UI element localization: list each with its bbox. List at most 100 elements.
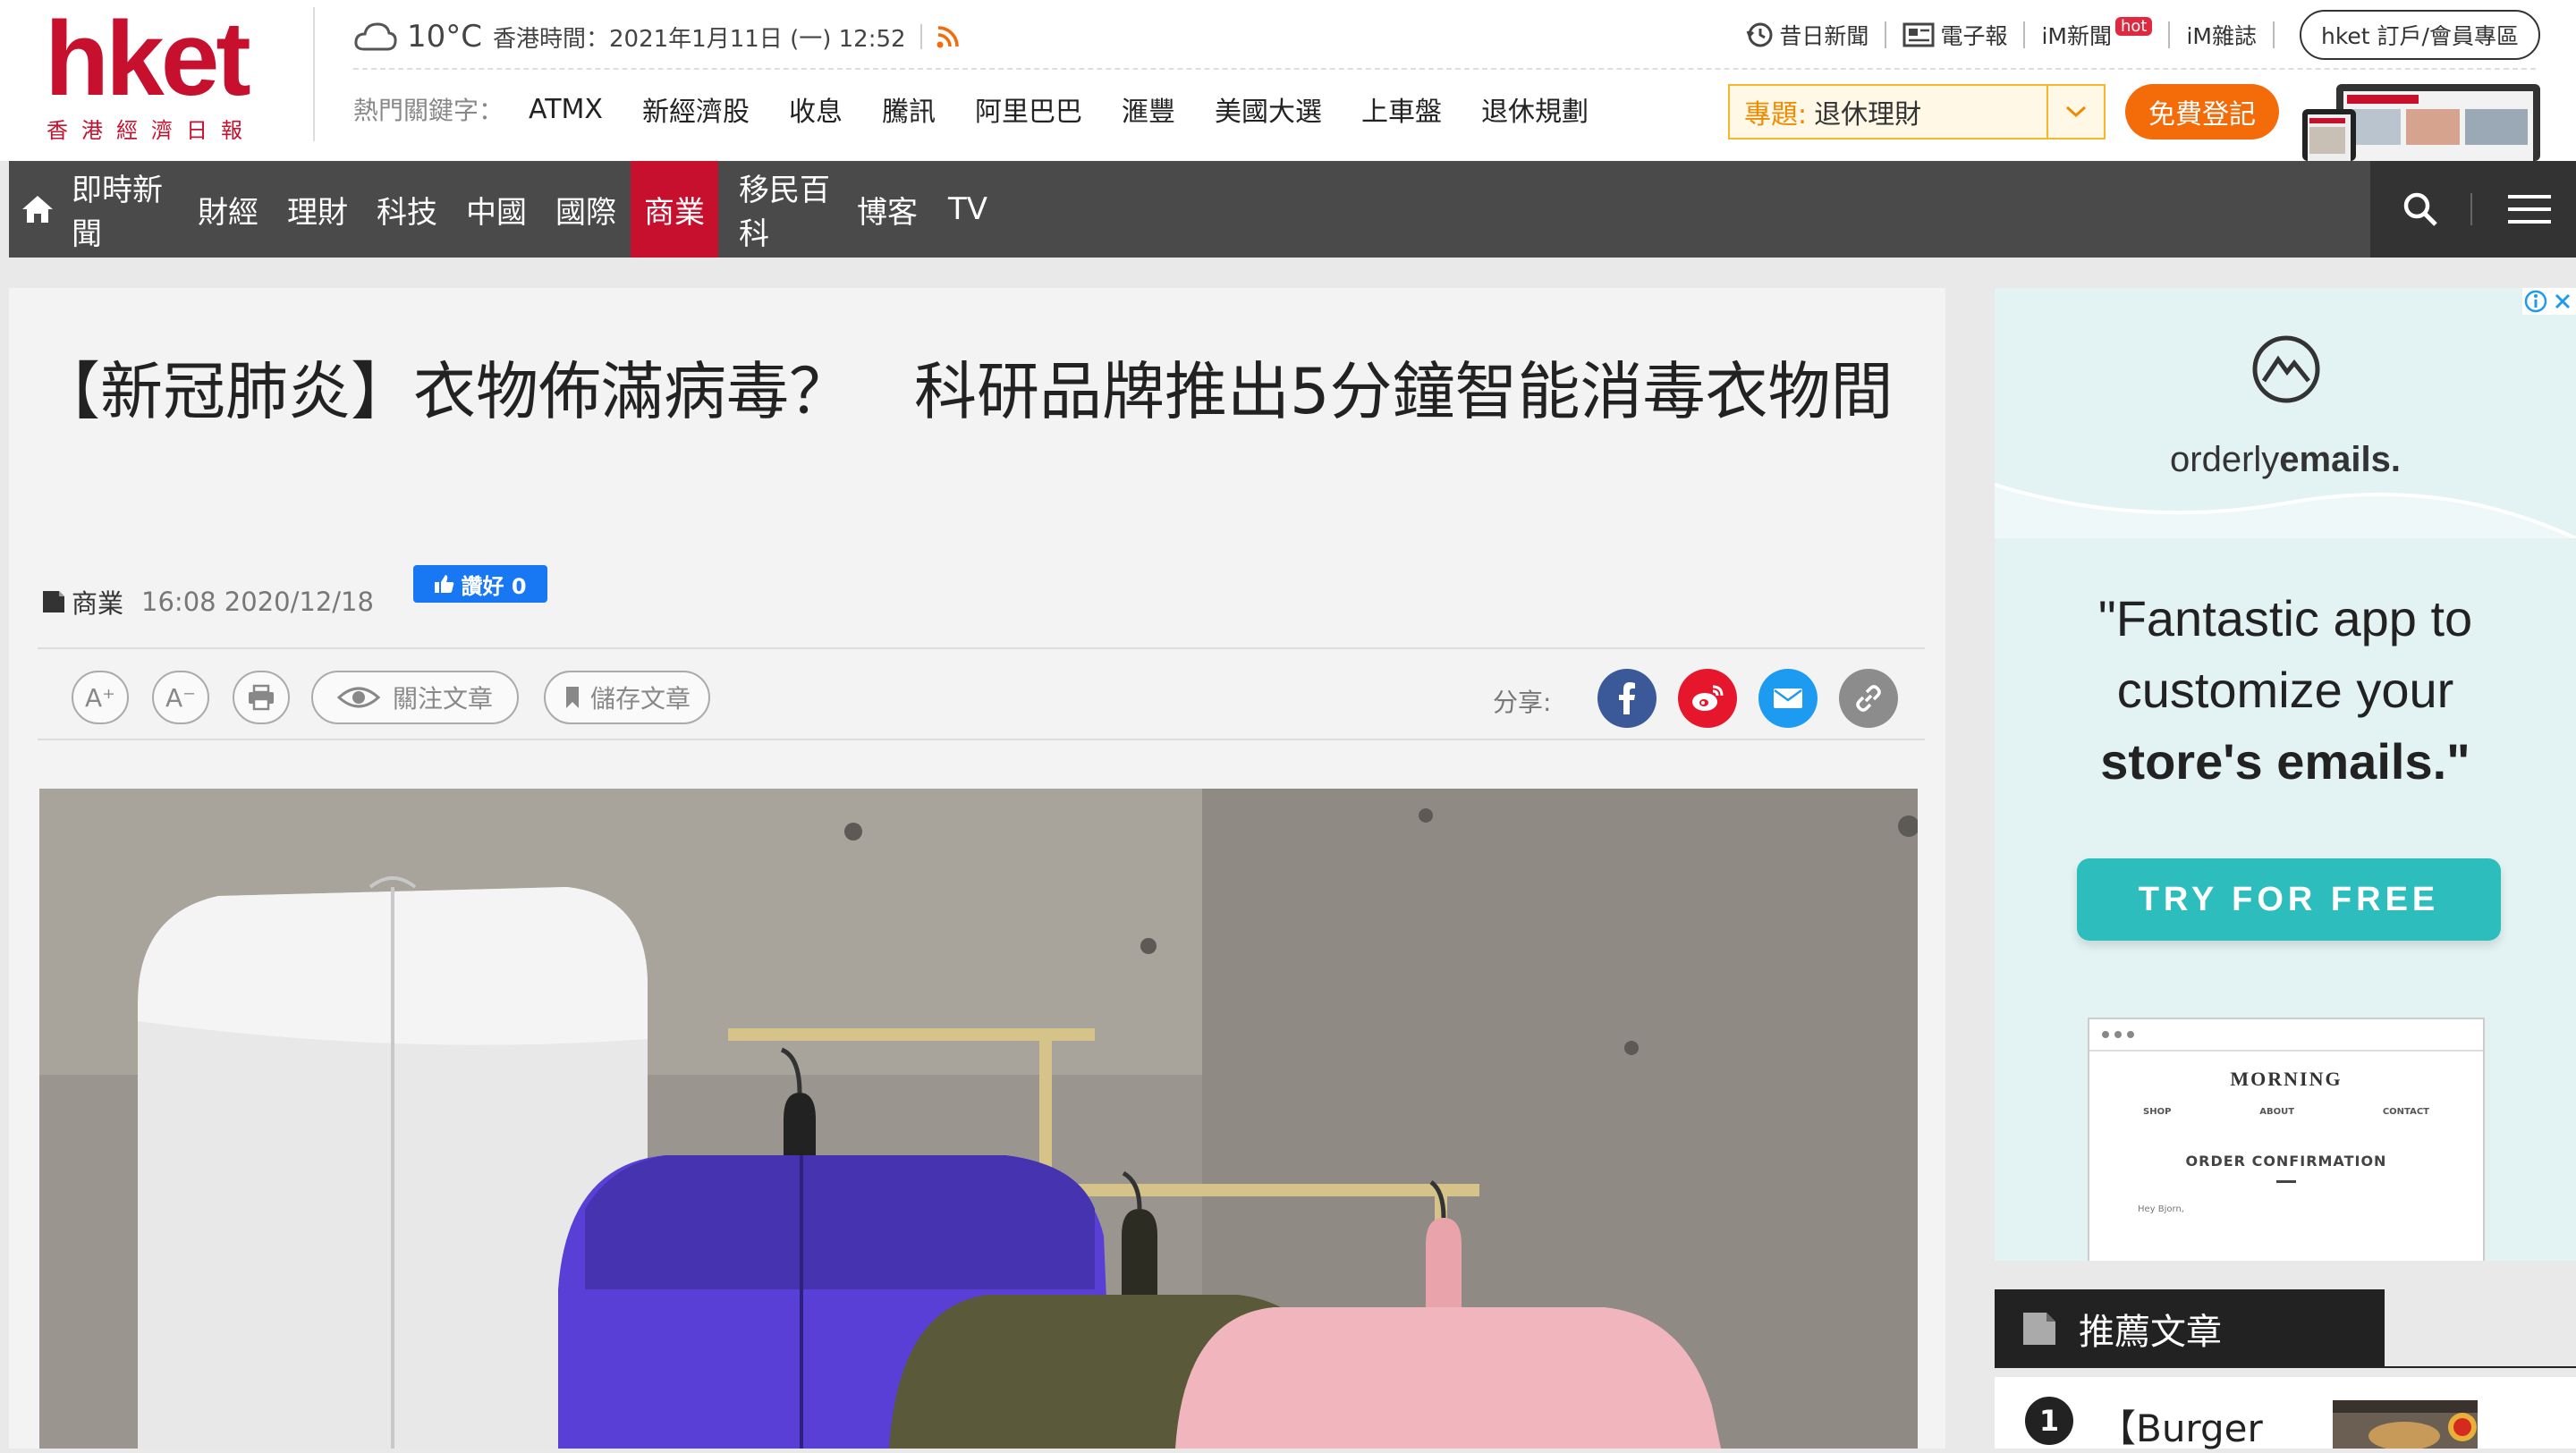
nav-tools bbox=[2370, 161, 2576, 258]
info-icon[interactable] bbox=[2522, 288, 2549, 315]
weather-datetime: 香港時間：2021年1月11日 (一) 12:52 bbox=[493, 25, 906, 53]
article-category[interactable]: 商業 bbox=[72, 583, 123, 621]
ad-quote-line: "Fantastic app to bbox=[2097, 590, 2473, 646]
hot-keyword[interactable]: 收息 bbox=[789, 89, 843, 129]
save-article-button[interactable]: 儲存文章 bbox=[544, 671, 710, 724]
cloud-icon bbox=[354, 22, 397, 51]
ad-quote-line: store's emails." bbox=[2100, 733, 2470, 790]
ad-choices[interactable] bbox=[2522, 288, 2576, 315]
divider bbox=[2023, 21, 2026, 48]
ad-divider-wave bbox=[1995, 483, 2576, 538]
mock-nav-item: SHOP bbox=[2143, 1107, 2172, 1117]
rank-badge: 1 bbox=[2025, 1397, 2073, 1445]
chevron-down-icon[interactable] bbox=[2046, 86, 2104, 138]
recommended-heading: 推薦文章 bbox=[1995, 1289, 2385, 1368]
hket-logo[interactable]: hket 香港經濟日報 bbox=[45, 5, 277, 148]
mock-nav-item: ABOUT bbox=[2259, 1107, 2295, 1117]
advertisement[interactable]: orderlyemails. "Fantastic app to customi… bbox=[1995, 288, 2576, 1261]
nav-item[interactable]: TV bbox=[941, 161, 995, 258]
ad-email-mockup: MORNING SHOP ABOUT CONTACT ORDER CONFIRM… bbox=[2088, 1018, 2485, 1261]
nav-item[interactable]: 國際 bbox=[550, 161, 622, 258]
nav-item[interactable]: 理財 bbox=[282, 161, 353, 258]
follow-article-button[interactable]: 關注文章 bbox=[311, 671, 519, 724]
home-icon[interactable] bbox=[9, 161, 66, 258]
divider bbox=[2470, 193, 2472, 225]
article-icon bbox=[2023, 1313, 2055, 1345]
toplink-epaper[interactable]: 電子報 bbox=[1940, 19, 2007, 51]
facebook-share-icon[interactable] bbox=[1597, 669, 1657, 728]
like-label: 讚好 0 bbox=[461, 573, 527, 599]
topic-dropdown[interactable]: 專題: 退休理財 bbox=[1728, 84, 2106, 139]
weather-temp: 10°C bbox=[407, 19, 483, 55]
rss-icon[interactable] bbox=[936, 25, 960, 48]
try-for-free-button[interactable]: TRY FOR FREE bbox=[2077, 858, 2501, 941]
epaper-icon bbox=[1902, 22, 1935, 47]
toplink-im-magazine[interactable]: iM雜誌 bbox=[2186, 19, 2257, 51]
mock-dot bbox=[2114, 1031, 2122, 1038]
mock-dot bbox=[2102, 1031, 2109, 1038]
article-title: 【新冠肺炎】衣物佈滿病毒？ 科研品牌推出5分鐘智能消毒衣物間 bbox=[38, 355, 1894, 428]
hot-keyword[interactable]: ATMX bbox=[529, 94, 603, 125]
member-area-button[interactable]: hket 訂戶/會員專區 bbox=[2300, 10, 2540, 60]
site-header: hket 香港經濟日報 10°C 香港時間：2021年1月11日 (一) 12:… bbox=[0, 0, 2576, 161]
devices-promo-image[interactable] bbox=[2301, 82, 2542, 161]
mock-divider bbox=[2276, 1180, 2296, 1183]
recommended-thumbnail[interactable] bbox=[2333, 1400, 2478, 1449]
article-datetime: 16:08 2020/12/18 bbox=[141, 587, 374, 617]
hot-keyword[interactable]: 退休規劃 bbox=[1481, 89, 1589, 129]
hot-keyword[interactable]: 阿里巴巴 bbox=[975, 89, 1082, 129]
mock-heading: ORDER CONFIRMATION bbox=[2185, 1153, 2387, 1170]
article-meta: 商業 16:08 2020/12/18 bbox=[41, 583, 374, 621]
nav-item[interactable]: 博客 bbox=[852, 161, 923, 258]
nav-item[interactable]: 科技 bbox=[371, 161, 443, 258]
nav-item-active[interactable]: 商業 bbox=[631, 161, 718, 258]
topic-prefix: 專題: bbox=[1744, 99, 1808, 131]
mock-nav-item: CONTACT bbox=[2382, 1107, 2429, 1117]
toplink-im-news[interactable]: iM新聞 bbox=[2041, 19, 2112, 51]
hot-keyword[interactable]: 滙豐 bbox=[1122, 89, 1175, 129]
hot-keyword[interactable]: 新經濟股 bbox=[642, 89, 750, 129]
header-dashed-divider bbox=[353, 68, 2536, 70]
font-decrease-button[interactable]: A⁻ bbox=[152, 671, 209, 724]
free-signup-button[interactable]: 免費登記 bbox=[2125, 84, 2279, 139]
logo-divider bbox=[313, 7, 315, 141]
recommended-item[interactable]: 1 【Burger bbox=[1995, 1377, 2576, 1450]
email-share-icon[interactable] bbox=[1758, 669, 1818, 728]
follow-article-label: 關注文章 bbox=[392, 684, 493, 714]
recommended-title: 推薦文章 bbox=[2079, 1312, 2222, 1353]
article-toolbar: A⁺ A⁻ 關注文章 儲存文章 分享: bbox=[38, 647, 1925, 740]
eye-icon bbox=[336, 687, 380, 708]
toplink-past-news[interactable]: 昔日新聞 bbox=[1779, 19, 1868, 51]
divider bbox=[919, 24, 922, 49]
orderly-logo-icon bbox=[2252, 335, 2320, 403]
category-icon bbox=[43, 591, 64, 612]
font-increase-button[interactable]: A⁺ bbox=[72, 671, 129, 724]
recommended-item-title[interactable]: 【Burger bbox=[2098, 1398, 2263, 1453]
search-icon[interactable] bbox=[2401, 190, 2440, 229]
hot-keywords-label: 熱門關鍵字： bbox=[353, 96, 504, 125]
nav-item[interactable]: 即時新聞 bbox=[72, 161, 170, 258]
share-label: 分享: bbox=[1493, 688, 1552, 717]
nav-item[interactable]: 移民百科 bbox=[739, 161, 846, 258]
ad-quote-line: customize your bbox=[2116, 662, 2454, 718]
close-icon[interactable] bbox=[2549, 288, 2576, 315]
print-button[interactable] bbox=[233, 671, 290, 724]
hot-keyword[interactable]: 美國大選 bbox=[1215, 89, 1322, 129]
mock-greeting: Hey Bjorn, bbox=[2138, 1204, 2184, 1214]
logo-subtext: 香港經濟日報 bbox=[47, 118, 256, 143]
print-icon bbox=[249, 684, 274, 711]
weather-bar: 10°C 香港時間：2021年1月11日 (一) 12:52 bbox=[353, 14, 960, 59]
divider bbox=[2168, 21, 2171, 48]
copy-link-icon[interactable] bbox=[1839, 669, 1898, 728]
nav-item[interactable]: 中國 bbox=[461, 161, 532, 258]
hot-keyword[interactable]: 上車盤 bbox=[1361, 89, 1442, 129]
hot-keyword[interactable]: 騰訊 bbox=[882, 89, 936, 129]
divider bbox=[1885, 21, 1887, 48]
facebook-like-button[interactable]: 讚好 0 bbox=[413, 565, 547, 603]
nav-item[interactable]: 財經 bbox=[192, 161, 264, 258]
weibo-share-icon[interactable] bbox=[1678, 669, 1737, 728]
logo-text: hket bbox=[45, 0, 251, 118]
topic-value: 退休理財 bbox=[1814, 99, 1922, 131]
menu-icon[interactable] bbox=[2506, 191, 2553, 227]
mock-window-bar bbox=[2089, 1019, 2483, 1052]
